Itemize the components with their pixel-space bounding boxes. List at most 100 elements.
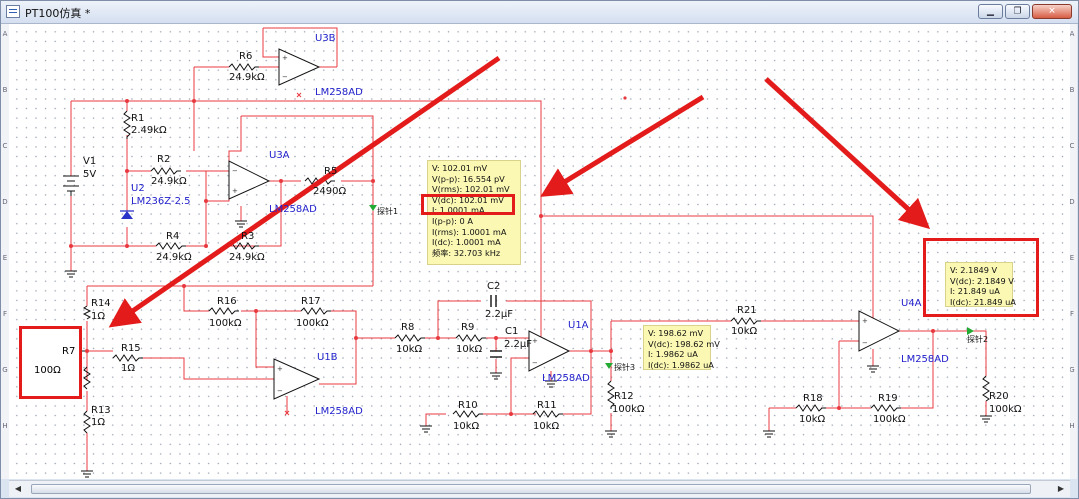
label-r1-value: 2.49kΩ [131,125,167,136]
probe1-line: 频率: 32.703 kHz [432,247,501,258]
label-r21-value: 10kΩ [731,326,758,337]
label-r10-ref: R10 [458,400,478,411]
zener-u2-symbol [120,210,134,219]
restore-button[interactable]: ❐ [1005,4,1030,19]
label-r6-ref: R6 [239,51,252,62]
svg-text:−: − [532,359,538,367]
label-r20-value: 100kΩ [989,404,1022,415]
label-u1a-ref: U1A [568,320,589,331]
label-r9-value: 10kΩ [456,344,483,355]
probe1-current-highlight [421,194,515,215]
ruler-row-f: F [2,310,8,318]
scroll-right-icon[interactable]: ▶ [1055,483,1067,495]
label-r20-ref: R20 [989,391,1009,402]
schematic-window: PT100仿真 * ▁ ❐ ✕ A B C D E F G H A B C D … [0,0,1079,499]
label-r18-ref: R18 [803,393,823,404]
label-u1b-ref: U1B [317,352,338,363]
probe3-line: I: 1.9862 uA [648,349,698,360]
label-u2-ref: U2 [131,183,145,194]
ruler-row-b: B [2,86,8,94]
probe1-line: V: 102.01 mV [432,163,488,173]
label-r2-ref: R2 [157,154,170,165]
component-labels: R6 24.9kΩ U3B LM258AD R1 2.49kΩ V1 5V R2… [83,33,1022,432]
label-r13-value: 1Ω [91,417,105,428]
svg-text:−: − [277,387,283,395]
label-r7-ref: R7 [62,346,76,357]
probe3-readout[interactable]: V: 198.62 mV V(dc): 198.62 mV I: 1.9862 … [643,325,720,370]
label-v1-ref: V1 [83,156,96,167]
label-r12-value: 100kΩ [612,404,645,415]
label-r14-ref: R14 [91,298,111,309]
label-r13-ref: R13 [91,405,111,416]
label-r16-value: 100kΩ [209,318,242,329]
svg-text:+: + [282,54,288,62]
label-c1-ref: C1 [505,326,518,337]
label-r11-ref: R11 [537,400,557,411]
ruler-row-h: H [2,422,8,430]
close-button[interactable]: ✕ [1032,4,1072,19]
label-u2-value: LM236Z-2.5 [131,196,190,207]
label-r8-value: 10kΩ [396,344,423,355]
close-icon: ✕ [1048,6,1056,16]
ruler-row-a: A [2,30,8,38]
label-r14-value: 1Ω [91,311,105,322]
label-u3a-ref: U3A [269,150,290,161]
label-r19-ref: R19 [878,393,898,404]
label-r12-ref: R12 [614,391,634,402]
label-r2-value: 24.9kΩ [151,176,187,187]
label-probe3: 探针3 [614,362,635,372]
horizontal-scrollbar[interactable]: ◀ ▶ [9,480,1070,497]
label-r10-value: 10kΩ [453,421,480,432]
label-r18-value: 10kΩ [799,414,826,425]
label-r3-ref: R3 [241,231,254,242]
label-u3b-value: LM258AD [315,87,363,98]
label-c2-value: 2.2µF [485,309,513,320]
svg-text:+: + [862,317,868,325]
label-probe2: 探针2 [967,334,988,344]
label-r16-ref: R16 [217,296,237,307]
label-r17-value: 100kΩ [296,318,329,329]
label-u1b-value: LM258AD [315,406,363,417]
svg-text:−: − [232,167,238,175]
label-r19-value: 100kΩ [873,414,906,425]
scroll-left-icon[interactable]: ◀ [12,483,24,495]
label-r15-value: 1Ω [121,363,135,374]
label-c1-value: 2.2µF [504,339,532,350]
label-c2-ref: C2 [487,281,500,292]
label-r3-value: 24.9kΩ [229,252,265,263]
window-controls: ▁ ❐ ✕ [978,4,1072,19]
minimize-icon: ▁ [987,6,994,16]
label-r11-value: 10kΩ [533,421,560,432]
probe1-line: I(dc): 1.0001 mA [432,237,501,248]
label-r9-ref: R9 [461,322,474,333]
label-u3a-value: LM258AD [269,204,317,215]
label-r4-value: 24.9kΩ [156,252,192,263]
title-bar[interactable]: PT100仿真 * ▁ ❐ ✕ [1,1,1078,24]
schematic-drawing[interactable]: +− −+ +− +− +− R6 24.9kΩ U3B LM258AD R1 … [9,24,1070,479]
probe1-line: V(p-p): 16.554 pV [432,173,505,184]
label-r7-value: 100Ω [34,365,61,376]
minimize-button[interactable]: ▁ [978,4,1003,19]
svg-text:−: − [862,339,868,347]
svg-text:+: + [232,187,238,195]
svg-text:−: − [282,73,288,81]
scrollbar-thumb[interactable] [31,484,1031,494]
probe1-line: I(p-p): 0 A [432,215,473,226]
label-u1a-value: LM258AD [542,373,590,384]
label-u4a-value: LM258AD [901,354,949,365]
r7-highlight-box: R7 100Ω [19,326,82,399]
document-icon [6,5,20,18]
label-u3b-ref: U3B [315,33,336,44]
label-r8-ref: R8 [401,322,414,333]
label-u4a-ref: U4A [901,298,922,309]
svg-text:+: + [532,337,538,345]
label-r21-ref: R21 [737,305,757,316]
ruler-row-c: C [2,142,8,150]
probe3-line: V(dc): 198.62 mV [648,338,720,349]
window-title: PT100仿真 * [25,7,91,20]
battery-v1-symbol [63,175,79,196]
label-r5-value: 2490Ω [313,186,346,197]
probe3-line: I(dc): 1.9862 uA [648,359,714,370]
label-probe1: 探针1 [377,206,398,216]
label-r1-ref: R1 [131,113,144,124]
